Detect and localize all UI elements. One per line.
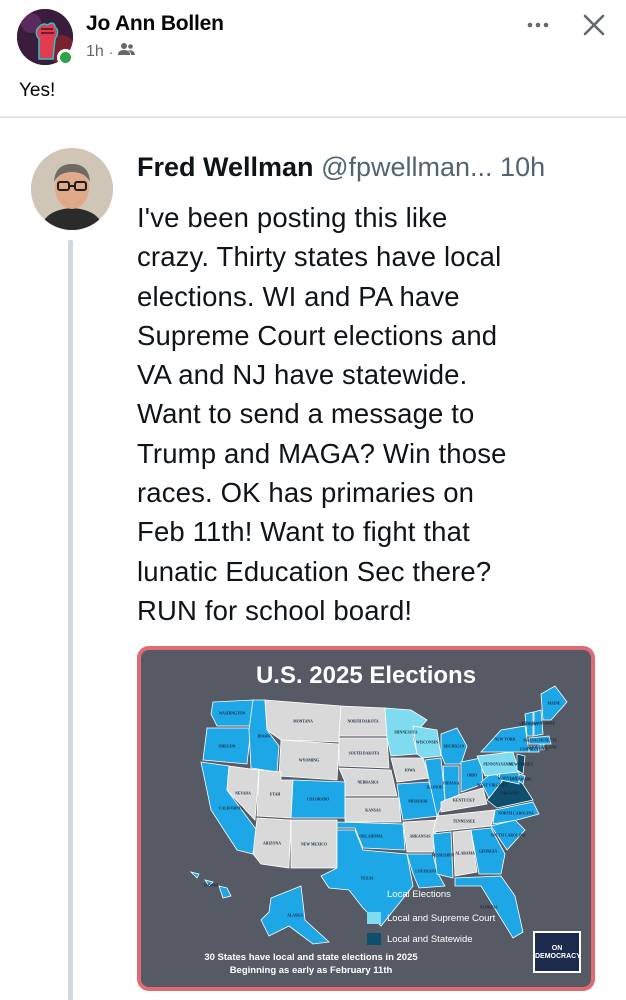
state-label-or: OREGON xyxy=(219,745,236,749)
state-label-ri: RHODE ISLAND xyxy=(527,746,556,750)
state-label-tn: TENNESSEE xyxy=(453,820,476,824)
state-label-me: MAINE xyxy=(547,702,561,706)
state-label-il: ILLINOIS xyxy=(426,786,443,790)
online-status-indicator xyxy=(57,49,74,66)
state-label-nd: NORTH DAKOTA xyxy=(347,720,378,724)
state-label-al: ALABAMA xyxy=(455,852,475,856)
state-label-mo: MISSOURI xyxy=(408,800,428,804)
more-icon xyxy=(527,22,549,28)
state-label-wv: WEST VIRGINIA xyxy=(477,784,507,788)
legend-label-statewide: Local and Statewide xyxy=(387,933,473,945)
state-label-ny: NEW YORK xyxy=(494,738,515,742)
legend-label-local: Local Elections xyxy=(387,888,451,900)
tweet-body: I've been posting this like crazy. Thirt… xyxy=(137,202,507,626)
state-label-ia: IOWA xyxy=(405,769,416,773)
more-options-button[interactable] xyxy=(520,6,556,36)
post-author-name[interactable]: Jo Ann Bollen xyxy=(86,12,224,36)
state-label-fl: FLORIDA xyxy=(480,906,498,910)
close-icon xyxy=(583,14,605,36)
state-label-wa: WASHINGTON xyxy=(219,712,246,716)
state-label-ar: ARKANSAS xyxy=(410,835,431,839)
state-label-ca: CALIFORNIA xyxy=(219,807,244,811)
state-label-co: COLORADO xyxy=(307,798,329,802)
post-time[interactable]: 1h xyxy=(86,43,104,61)
tweet-time: 10h xyxy=(500,152,546,182)
post-text: Yes! xyxy=(19,80,56,101)
logo-text-2: DEMOCRACY xyxy=(535,953,581,960)
legend-supreme-court: Local and Supreme Court xyxy=(367,912,495,924)
logo-text-1: ON xyxy=(551,945,563,952)
state-label-in: INDIANA xyxy=(443,782,460,786)
on-democracy-logo: ON DEMOCRACY xyxy=(533,931,581,973)
state-label-la: LOUISIANA xyxy=(415,870,437,874)
meta-separator: · xyxy=(108,43,114,60)
legend-swatch-supreme xyxy=(367,912,381,924)
state-label-sc: SOUTH CAROLINA xyxy=(491,834,526,838)
state-label-nc: NORTH CAROLINA xyxy=(498,812,534,816)
state-label-ks: KANSAS xyxy=(365,809,380,813)
close-button[interactable] xyxy=(576,6,612,42)
map-footer-line-2: Beginning as early as February 11th xyxy=(229,965,393,976)
tweet-author-name: Fred Wellman xyxy=(137,152,314,182)
state-label-ak: ALASKA xyxy=(287,914,303,918)
legend-statewide: Local and Statewide xyxy=(367,933,473,945)
us-election-map: WASHINGTON OREGON CALIFORNIA NEVADA IDAHO MON… xyxy=(189,685,568,945)
election-map-card: WASHINGTON OREGON CALIFORNIA NEVADA IDAHO MON… xyxy=(137,646,595,991)
tweet-author-avatar xyxy=(31,148,113,230)
state-label-hi: HAWAII xyxy=(204,884,219,888)
tweet-header: Fred Wellman @fpwellman... 10h xyxy=(137,152,545,183)
state-label-sd: SOUTH DAKOTA xyxy=(349,752,380,756)
state-label-wi: WISCONSIN xyxy=(416,741,438,745)
tweet-author-handle: @fpwellman... xyxy=(321,152,493,182)
state-label-ky: KENTUCKY xyxy=(453,799,475,803)
map-footer: 30 States have local and state elections… xyxy=(141,951,481,977)
author-avatar[interactable] xyxy=(17,9,74,66)
state-label-oh: OHIO xyxy=(467,774,477,778)
post-meta: 1h · xyxy=(86,42,136,61)
state-label-mi: MICHIGAN xyxy=(444,745,465,749)
map-title: U.S. 2025 Elections xyxy=(255,662,477,689)
state-label-va: VIRGINIA xyxy=(501,792,520,796)
friends-icon[interactable] xyxy=(118,42,136,61)
legend-local: Local Elections xyxy=(367,888,451,900)
legend-swatch-local xyxy=(367,888,381,900)
state-label-ne: NEBRASKA xyxy=(357,781,378,785)
state-label-mn: MINNESOTA xyxy=(394,731,417,735)
state-label-id: IDAHO xyxy=(258,735,271,739)
state-label-nm: NEW MEXICO xyxy=(301,843,327,847)
state-label-tx: TEXAS xyxy=(361,877,374,881)
state-label-mt: MONTANA xyxy=(293,720,313,724)
thread-line xyxy=(68,240,73,1000)
state-label-nh: NEW HAMPSHIRE xyxy=(522,722,556,726)
state-label-ok: OKLAHOMA xyxy=(359,835,383,839)
map-footer-line-1: 30 States have local and state elections… xyxy=(204,952,418,963)
state-label-ga: GEORGIA xyxy=(479,850,498,854)
state-label-wy: WYOMING xyxy=(299,759,319,763)
state-label-nv: NEVADA xyxy=(235,792,251,796)
state-label-nj: NEW JERSEY xyxy=(509,763,534,767)
state-label-ma: MASSACHUSETTS xyxy=(523,739,557,743)
post-header: Jo Ann Bollen 1h · xyxy=(0,0,626,70)
legend-swatch-statewide xyxy=(367,933,381,945)
legend-label-supreme: Local and Supreme Court xyxy=(387,912,496,924)
state-label-ut: UTAH xyxy=(270,793,281,797)
state-label-ms: MISSISSIPPI xyxy=(432,854,455,858)
state-label-az: ARIZONA xyxy=(263,842,281,846)
shared-tweet-image[interactable]: Fred Wellman @fpwellman... 10h I've been… xyxy=(0,116,626,1000)
state-label-md: MARYLAND xyxy=(498,777,521,781)
